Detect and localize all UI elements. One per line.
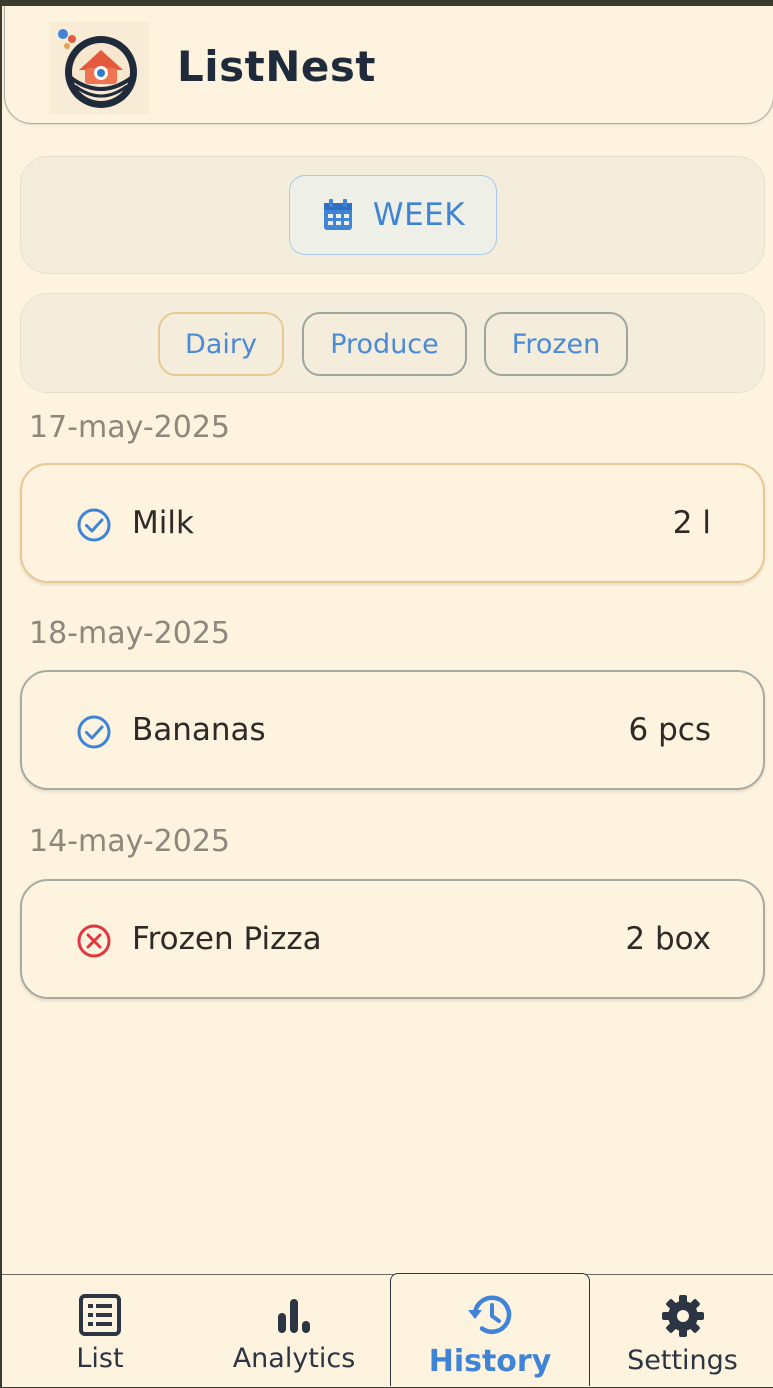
history-date: 17-may-2025: [29, 410, 231, 445]
history-date: 18-may-2025: [29, 616, 231, 651]
category-filter-panel: Dairy Produce Frozen: [20, 293, 765, 393]
bar-chart-icon: [278, 1299, 310, 1333]
app-title: ListNest: [177, 42, 376, 91]
calendar-icon: [323, 199, 352, 230]
check-circle-icon: [77, 715, 111, 749]
nav-item-list[interactable]: List: [2, 1275, 198, 1388]
chip-produce[interactable]: Produce: [302, 312, 467, 376]
item-name: Milk: [132, 505, 194, 541]
period-filter-panel: WEEK: [20, 156, 765, 274]
period-label: WEEK: [372, 197, 466, 233]
history-screen: ListNest WEEK Dairy Produce Frozen 17-ma…: [0, 6, 773, 1387]
item-quantity: 6 pcs: [628, 712, 711, 748]
nav-label: List: [76, 1343, 124, 1374]
list-icon: [79, 1294, 121, 1336]
nest-logo-icon: [58, 29, 137, 108]
bottom-nav: List Analytics History Settings: [2, 1273, 773, 1388]
history-item[interactable]: Milk 2 l: [20, 463, 765, 583]
nav-label: Settings: [627, 1345, 738, 1376]
app-logo: [49, 22, 149, 114]
chip-frozen[interactable]: Frozen: [484, 312, 628, 376]
history-date: 14-may-2025: [29, 824, 231, 859]
nav-item-settings[interactable]: Settings: [590, 1275, 773, 1388]
nav-item-history[interactable]: History: [390, 1273, 590, 1386]
item-name: Bananas: [132, 712, 266, 748]
app-header: ListNest: [4, 6, 773, 124]
history-item[interactable]: Frozen Pizza 2 box: [20, 879, 765, 999]
item-quantity: 2 l: [672, 505, 711, 541]
period-week-button[interactable]: WEEK: [289, 175, 497, 255]
nav-item-analytics[interactable]: Analytics: [198, 1275, 390, 1388]
chip-dairy[interactable]: Dairy: [158, 312, 284, 376]
nav-label: Analytics: [232, 1343, 356, 1374]
gear-icon: [661, 1295, 704, 1337]
history-item[interactable]: Bananas 6 pcs: [20, 670, 765, 790]
check-circle-icon: [77, 508, 111, 542]
history-icon: [468, 1295, 512, 1334]
nav-label: History: [428, 1344, 552, 1379]
x-circle-icon: [77, 924, 111, 958]
item-quantity: 2 box: [625, 921, 711, 957]
item-name: Frozen Pizza: [132, 921, 322, 957]
